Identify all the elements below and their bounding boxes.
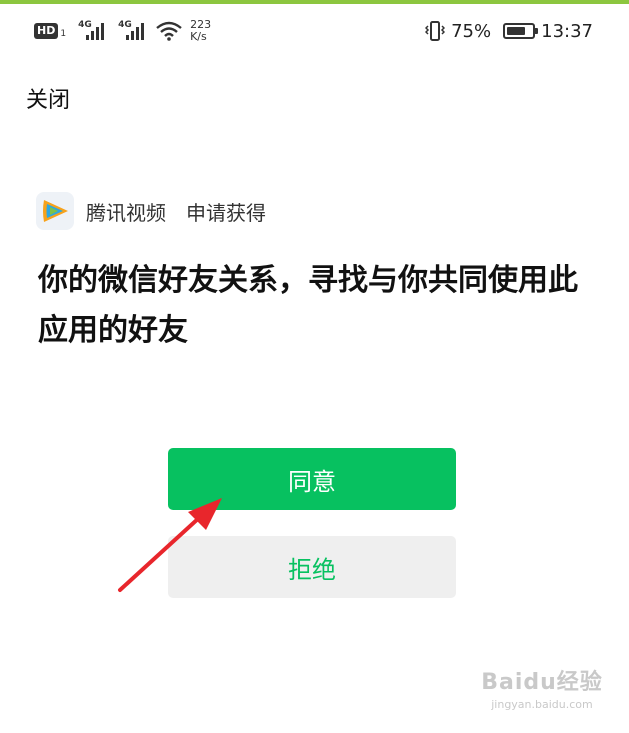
baidu-watermark: Baidu经验 jingyan.baidu.com	[477, 664, 607, 711]
auth-screen: HD 1 4G 4G 223 K/s 75% 13:37 关闭 腾讯视频 申请获…	[0, 0, 629, 733]
red-arrow-annotation-icon	[118, 498, 222, 592]
watermark-sub: jingyan.baidu.com	[491, 698, 593, 711]
watermark-main: Baidu经验	[481, 670, 603, 695]
